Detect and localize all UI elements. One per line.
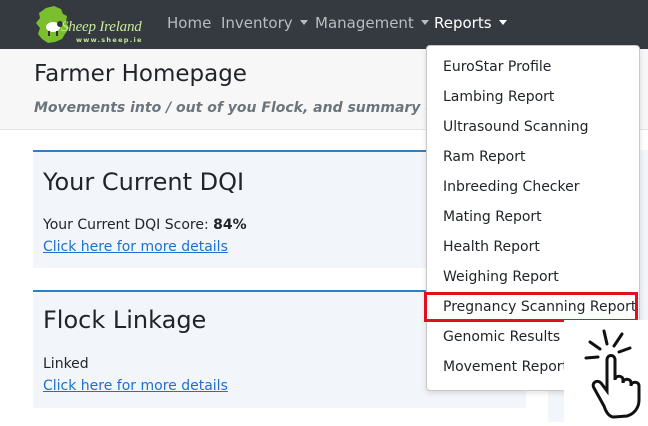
- highlight-box: [424, 292, 638, 322]
- dqi-score-line: Your Current DQI Score: 84%: [43, 217, 247, 233]
- chevron-down-icon: [498, 20, 507, 25]
- page-title: Farmer Homepage: [34, 61, 247, 87]
- menu-item-lambing-report[interactable]: Lambing Report: [443, 89, 554, 105]
- menu-item-eurostar-profile[interactable]: EuroStar Profile: [443, 59, 551, 75]
- menu-item-health-report[interactable]: Health Report: [443, 239, 540, 255]
- nav-home-label: Home: [167, 14, 212, 32]
- nav-inventory-dropdown[interactable]: Inventory: [221, 14, 308, 32]
- menu-item-mating-report[interactable]: Mating Report: [443, 209, 542, 225]
- dqi-card-title: Your Current DQI: [43, 168, 245, 196]
- nav-reports-dropdown[interactable]: Reports: [434, 14, 507, 32]
- page-subtitle: Movements into / out of you Flock, and s…: [34, 100, 475, 116]
- hand-pointer-click-icon: [564, 320, 648, 422]
- chevron-down-icon: [420, 20, 429, 25]
- top-navbar: Sheep Ireland www.sheep.ie Home Inventor…: [0, 0, 648, 49]
- chevron-down-icon: [299, 20, 308, 25]
- nav-reports-label: Reports: [434, 14, 492, 32]
- flock-linkage-details-link[interactable]: Click here for more details: [43, 378, 228, 394]
- nav-inventory-label: Inventory: [221, 14, 293, 32]
- flock-linkage-status: Linked: [43, 356, 89, 372]
- dqi-score-label: Your Current DQI Score:: [43, 217, 214, 233]
- menu-item-weighing-report[interactable]: Weighing Report: [443, 269, 559, 285]
- menu-item-inbreeding-checker[interactable]: Inbreeding Checker: [443, 179, 580, 195]
- nav-home[interactable]: Home: [167, 14, 211, 32]
- menu-item-ram-report[interactable]: Ram Report: [443, 149, 526, 165]
- menu-item-movement-report[interactable]: Movement Report: [443, 359, 568, 375]
- menu-item-ultrasound-scanning[interactable]: Ultrasound Scanning: [443, 119, 588, 135]
- flock-linkage-title: Flock Linkage: [43, 306, 207, 334]
- menu-item-genomic-results[interactable]: Genomic Results: [443, 329, 560, 345]
- sheep-ireland-logo[interactable]: Sheep Ireland www.sheep.ie: [36, 4, 144, 44]
- logo-url-text: www.sheep.ie: [76, 36, 143, 44]
- logo-brand-text: Sheep Ireland: [61, 19, 142, 35]
- dqi-details-link[interactable]: Click here for more details: [43, 239, 228, 255]
- nav-management-label: Management: [315, 14, 414, 32]
- dqi-score-value: 84%: [213, 217, 247, 233]
- nav-management-dropdown[interactable]: Management: [315, 14, 429, 32]
